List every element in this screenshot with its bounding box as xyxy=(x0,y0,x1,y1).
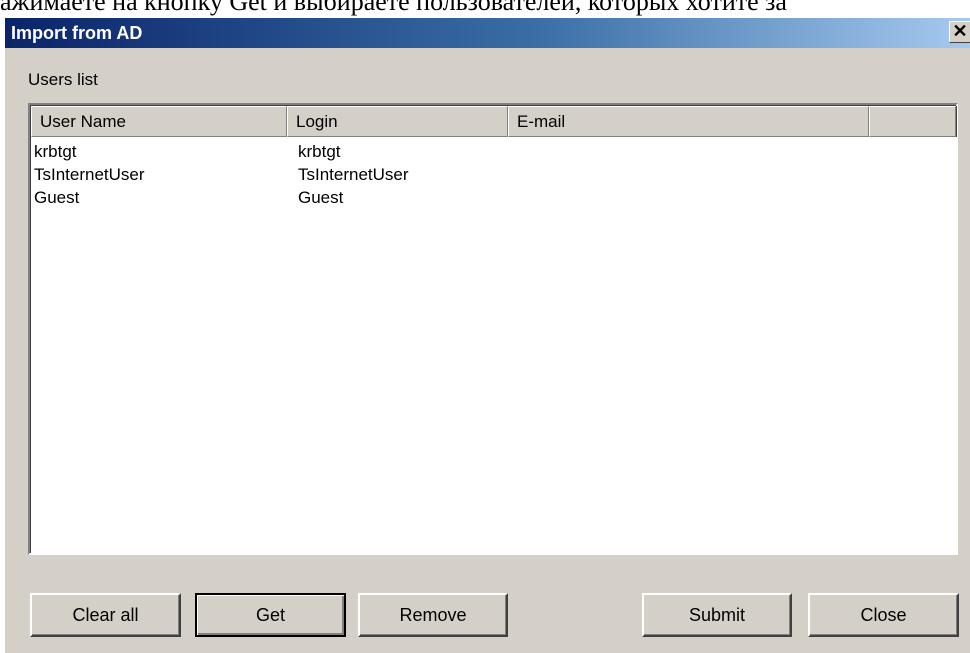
login-cell: TsInternetUser xyxy=(298,165,409,184)
users-list-label: Users list xyxy=(28,70,98,89)
import-from-ad-dialog: Import from AD ✕ Users list User Name Lo… xyxy=(4,18,970,653)
email-cell xyxy=(516,163,877,186)
email-cell xyxy=(516,186,877,209)
user-name-cell: krbtgt xyxy=(34,142,77,161)
get-button[interactable]: Get xyxy=(195,593,346,637)
remove-button[interactable]: Remove xyxy=(358,593,508,637)
column-header-empty[interactable] xyxy=(869,106,956,137)
submit-button[interactable]: Submit xyxy=(642,593,792,637)
list-item[interactable]: TsInternetUser TsInternetUser xyxy=(31,163,956,186)
users-list-view[interactable]: User Name Login E-mail krbtgt krbtgt TsI… xyxy=(28,103,958,555)
user-name-cell: Guest xyxy=(34,188,80,207)
list-item[interactable]: Guest Guest xyxy=(31,186,956,209)
title-bar[interactable]: Import from AD ✕ xyxy=(5,18,970,48)
list-item[interactable]: krbtgt krbtgt xyxy=(31,140,956,163)
clear-all-button[interactable]: Clear all xyxy=(30,593,181,637)
login-cell: krbtgt xyxy=(298,142,341,161)
login-cell: Guest xyxy=(298,188,344,207)
column-header-email[interactable]: E-mail xyxy=(508,106,869,137)
column-header-user-name[interactable]: User Name xyxy=(31,106,287,137)
list-header: User Name Login E-mail xyxy=(31,106,956,137)
dialog-title: Import from AD xyxy=(11,23,143,43)
close-icon[interactable]: ✕ xyxy=(949,21,970,43)
list-rows: krbtgt krbtgt TsInternetUser TsInternetU… xyxy=(31,140,956,209)
close-button[interactable]: Close xyxy=(808,593,959,637)
email-cell xyxy=(516,140,877,163)
user-name-cell: TsInternetUser xyxy=(34,165,145,184)
column-header-login[interactable]: Login xyxy=(287,106,508,137)
background-document-text: ажимаете на кнопку Get и выбираете польз… xyxy=(0,0,787,16)
